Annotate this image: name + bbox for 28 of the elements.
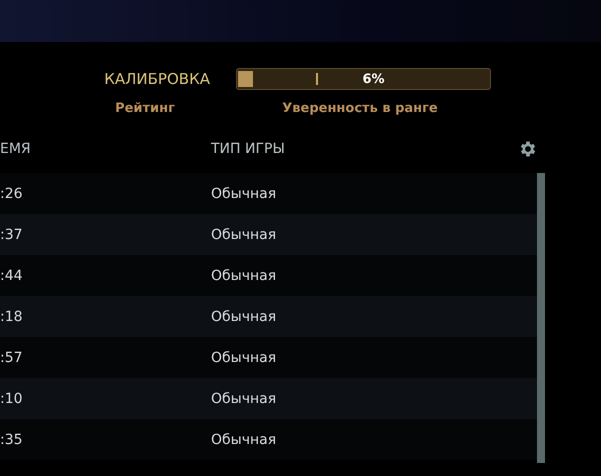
time-cell-text: :44 (0, 268, 24, 284)
time-cell-text: :18 (0, 308, 24, 324)
calibration-label: КАЛИБРОВКА (103, 70, 210, 88)
match-row[interactable]: :26 Обычная (0, 173, 537, 214)
game-type-cell: Обычная (211, 226, 276, 242)
game-type-cell: Обычная (211, 186, 276, 202)
game-type-cell: Обычная (211, 268, 276, 284)
confidence-label: Уверенность в ранге (281, 100, 439, 116)
game-type-cell: Обычная (211, 350, 276, 366)
match-row[interactable]: :35 Обычная (0, 419, 537, 460)
match-row[interactable]: :18 Обычная (0, 296, 537, 337)
match-row[interactable]: :57 Обычная (0, 337, 537, 378)
time-cell-text: :10 (0, 390, 24, 406)
match-row[interactable]: :44 Обычная (0, 255, 537, 296)
match-row[interactable]: :37 Обычная (0, 214, 537, 255)
time-cell-text: :37 (0, 226, 24, 242)
game-type-cell: Обычная (211, 308, 276, 324)
match-row[interactable]: :10 Обычная (0, 378, 537, 419)
time-cell-text: :26 (0, 186, 24, 202)
game-type-cell: Обычная (211, 432, 276, 448)
game-type-cell: Обычная (211, 390, 276, 406)
settings-icon[interactable] (518, 139, 538, 159)
column-header[interactable]: ЕМЯ (0, 141, 211, 157)
column-header[interactable]: ТИП ИГРЫ (211, 141, 518, 157)
time-cell-text: :35 (0, 432, 24, 448)
time-cell-text: :57 (0, 350, 24, 366)
confidence-percent: 6% (362, 72, 385, 86)
scrollbar[interactable] (537, 173, 545, 463)
